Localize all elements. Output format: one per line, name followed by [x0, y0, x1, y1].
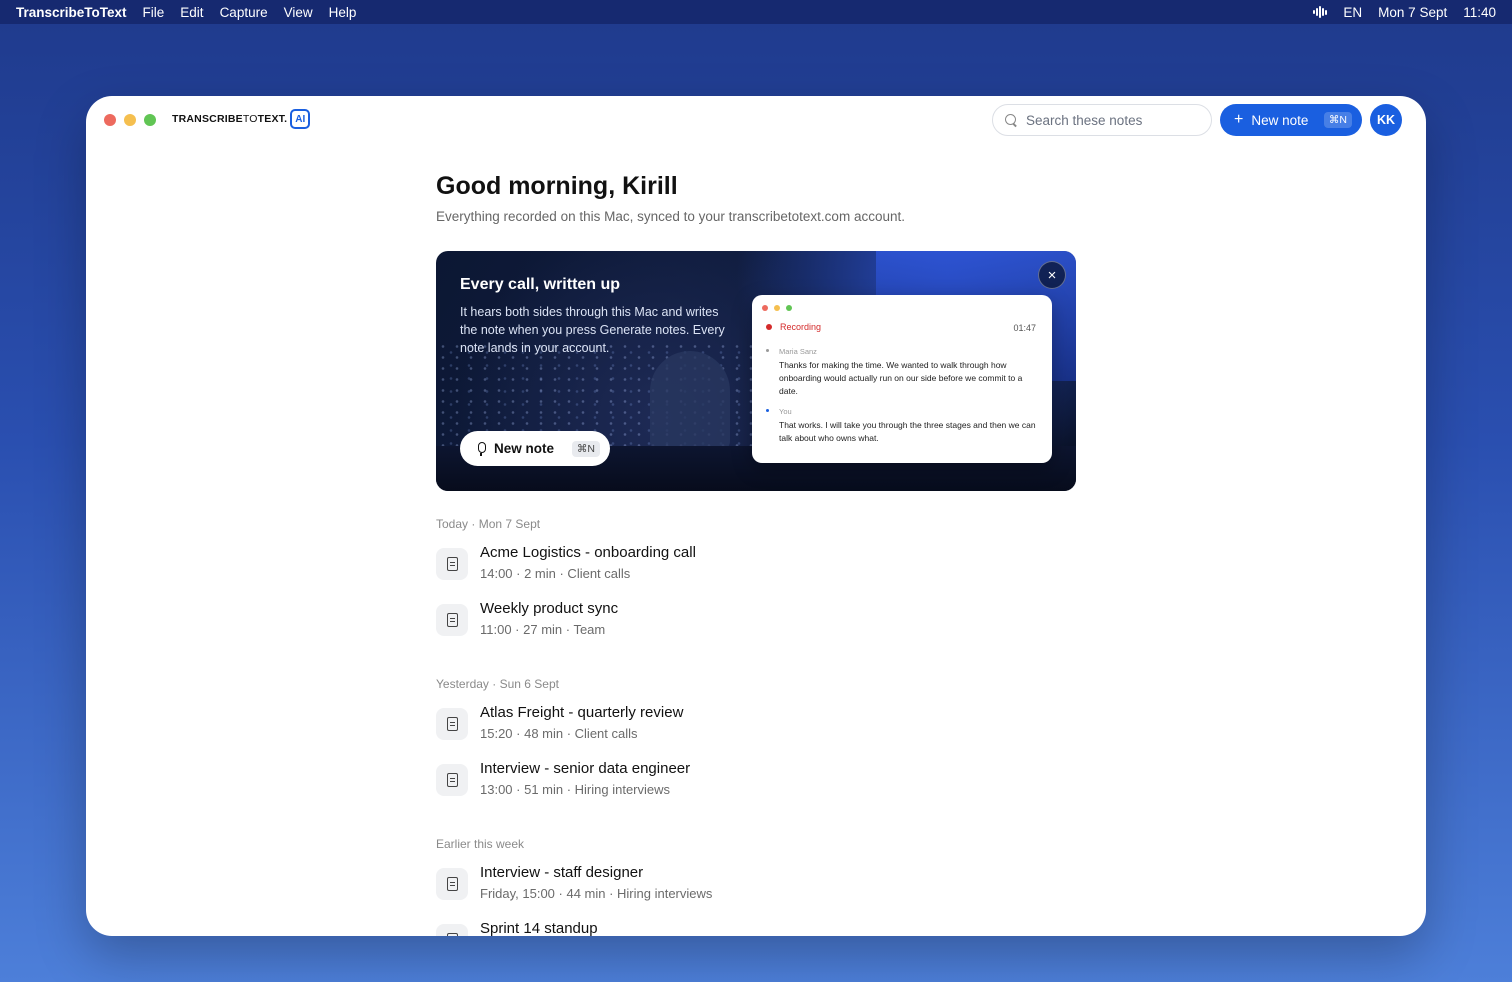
menu-file[interactable]: File — [143, 5, 165, 20]
banner-description: It hears both sides through this Mac and… — [460, 305, 725, 355]
shortcut-hint: ⌘N — [1323, 112, 1352, 128]
menu-bar: TranscribeToText File Edit Capture View … — [0, 0, 1512, 24]
recording-dot-icon — [766, 324, 772, 330]
section-header-yesterday: Yesterday · Sun 6 Sept — [436, 677, 559, 691]
note-item[interactable]: Weekly product sync 11:00 · 27 min · Tea… — [436, 598, 1076, 646]
note-title: Interview - senior data engineer — [480, 760, 691, 777]
speaker-dot-icon — [766, 349, 769, 352]
menu-bar-date[interactable]: Mon 7 Sept — [1378, 5, 1447, 20]
recording-timer: 01:47 — [1013, 323, 1036, 333]
banner-shortcut-hint: ⌘N — [571, 440, 600, 457]
search-input[interactable] — [1026, 112, 1196, 128]
audio-waveform-icon[interactable] — [1313, 6, 1328, 18]
new-note-button[interactable]: + New note ⌘N — [1220, 104, 1362, 136]
menu-help[interactable]: Help — [329, 5, 357, 20]
zoom-window-button[interactable] — [144, 114, 156, 126]
speaker-name: Maria Sanz — [779, 347, 817, 356]
note-title: Atlas Freight - quarterly review — [480, 704, 684, 721]
plus-icon: + — [1234, 111, 1244, 128]
page-title: Good morning, Kirill — [436, 172, 678, 200]
menu-bar-clock[interactable]: 11:40 — [1463, 5, 1496, 20]
document-icon — [436, 924, 468, 936]
brand-logo: TRANSCRIBETOTEXT. AI — [172, 109, 311, 129]
new-note-label: New note — [1251, 112, 1309, 128]
brand-wordmark: TRANSCRIBETOTEXT. — [172, 113, 288, 125]
note-title: Sprint 14 standup — [480, 920, 598, 936]
note-title: Interview - staff designer — [480, 864, 644, 881]
window-controls — [104, 114, 156, 126]
note-meta: 11:00 · 27 min · Team — [480, 622, 606, 637]
transcript-text: Thanks for making the time. We wanted to… — [779, 360, 1023, 396]
menu-view[interactable]: View — [284, 5, 313, 20]
note-meta: 15:20 · 48 min · Client calls — [480, 726, 638, 741]
recording-status: Recording — [766, 322, 821, 332]
input-language[interactable]: EN — [1343, 5, 1362, 20]
banner-person-silhouette — [650, 351, 730, 451]
note-meta: 13:00 · 51 min · Hiring interviews — [480, 782, 671, 797]
document-icon — [436, 708, 468, 740]
menu-bar-extras: EN Mon 7 Sept 11:40 — [1313, 5, 1496, 20]
section-header-today: Today · Mon 7 Sept — [436, 517, 541, 531]
ai-badge: AI — [290, 109, 311, 129]
note-item[interactable]: Acme Logistics - onboarding call 14:00 ·… — [436, 542, 1076, 590]
note-title: Weekly product sync — [480, 600, 619, 617]
transcript-text: That works. I will take you through the … — [779, 420, 1036, 443]
microphone-icon — [476, 441, 486, 456]
dismiss-banner-button[interactable]: × — [1038, 261, 1066, 289]
recording-preview-card: Recording 01:47 Maria Sanz Thanks for ma… — [752, 295, 1052, 463]
speaker-name: You — [779, 407, 792, 416]
transcript-turn: You That works. I will take you through … — [766, 407, 1036, 445]
note-item[interactable]: Sprint 14 standup — [436, 918, 1076, 936]
speaker-dot-icon — [766, 409, 769, 412]
minimize-window-button[interactable] — [124, 114, 136, 126]
note-item[interactable]: Interview - senior data engineer 13:00 ·… — [436, 758, 1076, 806]
recording-label: Recording — [780, 322, 822, 332]
close-window-button[interactable] — [104, 114, 116, 126]
page-subtitle: Everything recorded on this Mac, synced … — [436, 209, 905, 224]
note-title: Acme Logistics - onboarding call — [480, 544, 696, 561]
note-item[interactable]: Interview - staff designer Friday, 15:00… — [436, 862, 1076, 910]
note-meta: Friday, 15:00 · 44 min · Hiring intervie… — [480, 886, 713, 901]
search-box[interactable] — [992, 104, 1212, 136]
intro-banner: Every call, written up It hears both sid… — [436, 251, 1076, 491]
document-icon — [436, 868, 468, 900]
menu-edit[interactable]: Edit — [180, 5, 203, 20]
transcript-turn: Maria Sanz Thanks for making the time. W… — [766, 347, 1036, 398]
document-icon — [436, 604, 468, 636]
document-icon — [436, 548, 468, 580]
user-avatar[interactable]: KK — [1370, 104, 1402, 136]
search-icon — [1005, 113, 1018, 127]
section-header-earlier: Earlier this week — [436, 837, 525, 851]
document-icon — [436, 764, 468, 796]
banner-new-note-button[interactable]: New note ⌘N — [460, 431, 610, 466]
preview-window-controls — [762, 305, 792, 311]
menu-capture[interactable]: Capture — [220, 5, 268, 20]
banner-title: Every call, written up — [460, 276, 621, 293]
note-item[interactable]: Atlas Freight - quarterly review 15:20 ·… — [436, 702, 1076, 750]
note-meta: 14:00 · 2 min · Client calls — [480, 566, 631, 581]
close-icon: × — [1047, 266, 1057, 284]
app-menu[interactable]: TranscribeToText — [16, 5, 127, 20]
banner-button-label: New note — [494, 441, 555, 456]
app-window: TRANSCRIBETOTEXT. AI + New note ⌘N KK Go… — [86, 96, 1426, 936]
